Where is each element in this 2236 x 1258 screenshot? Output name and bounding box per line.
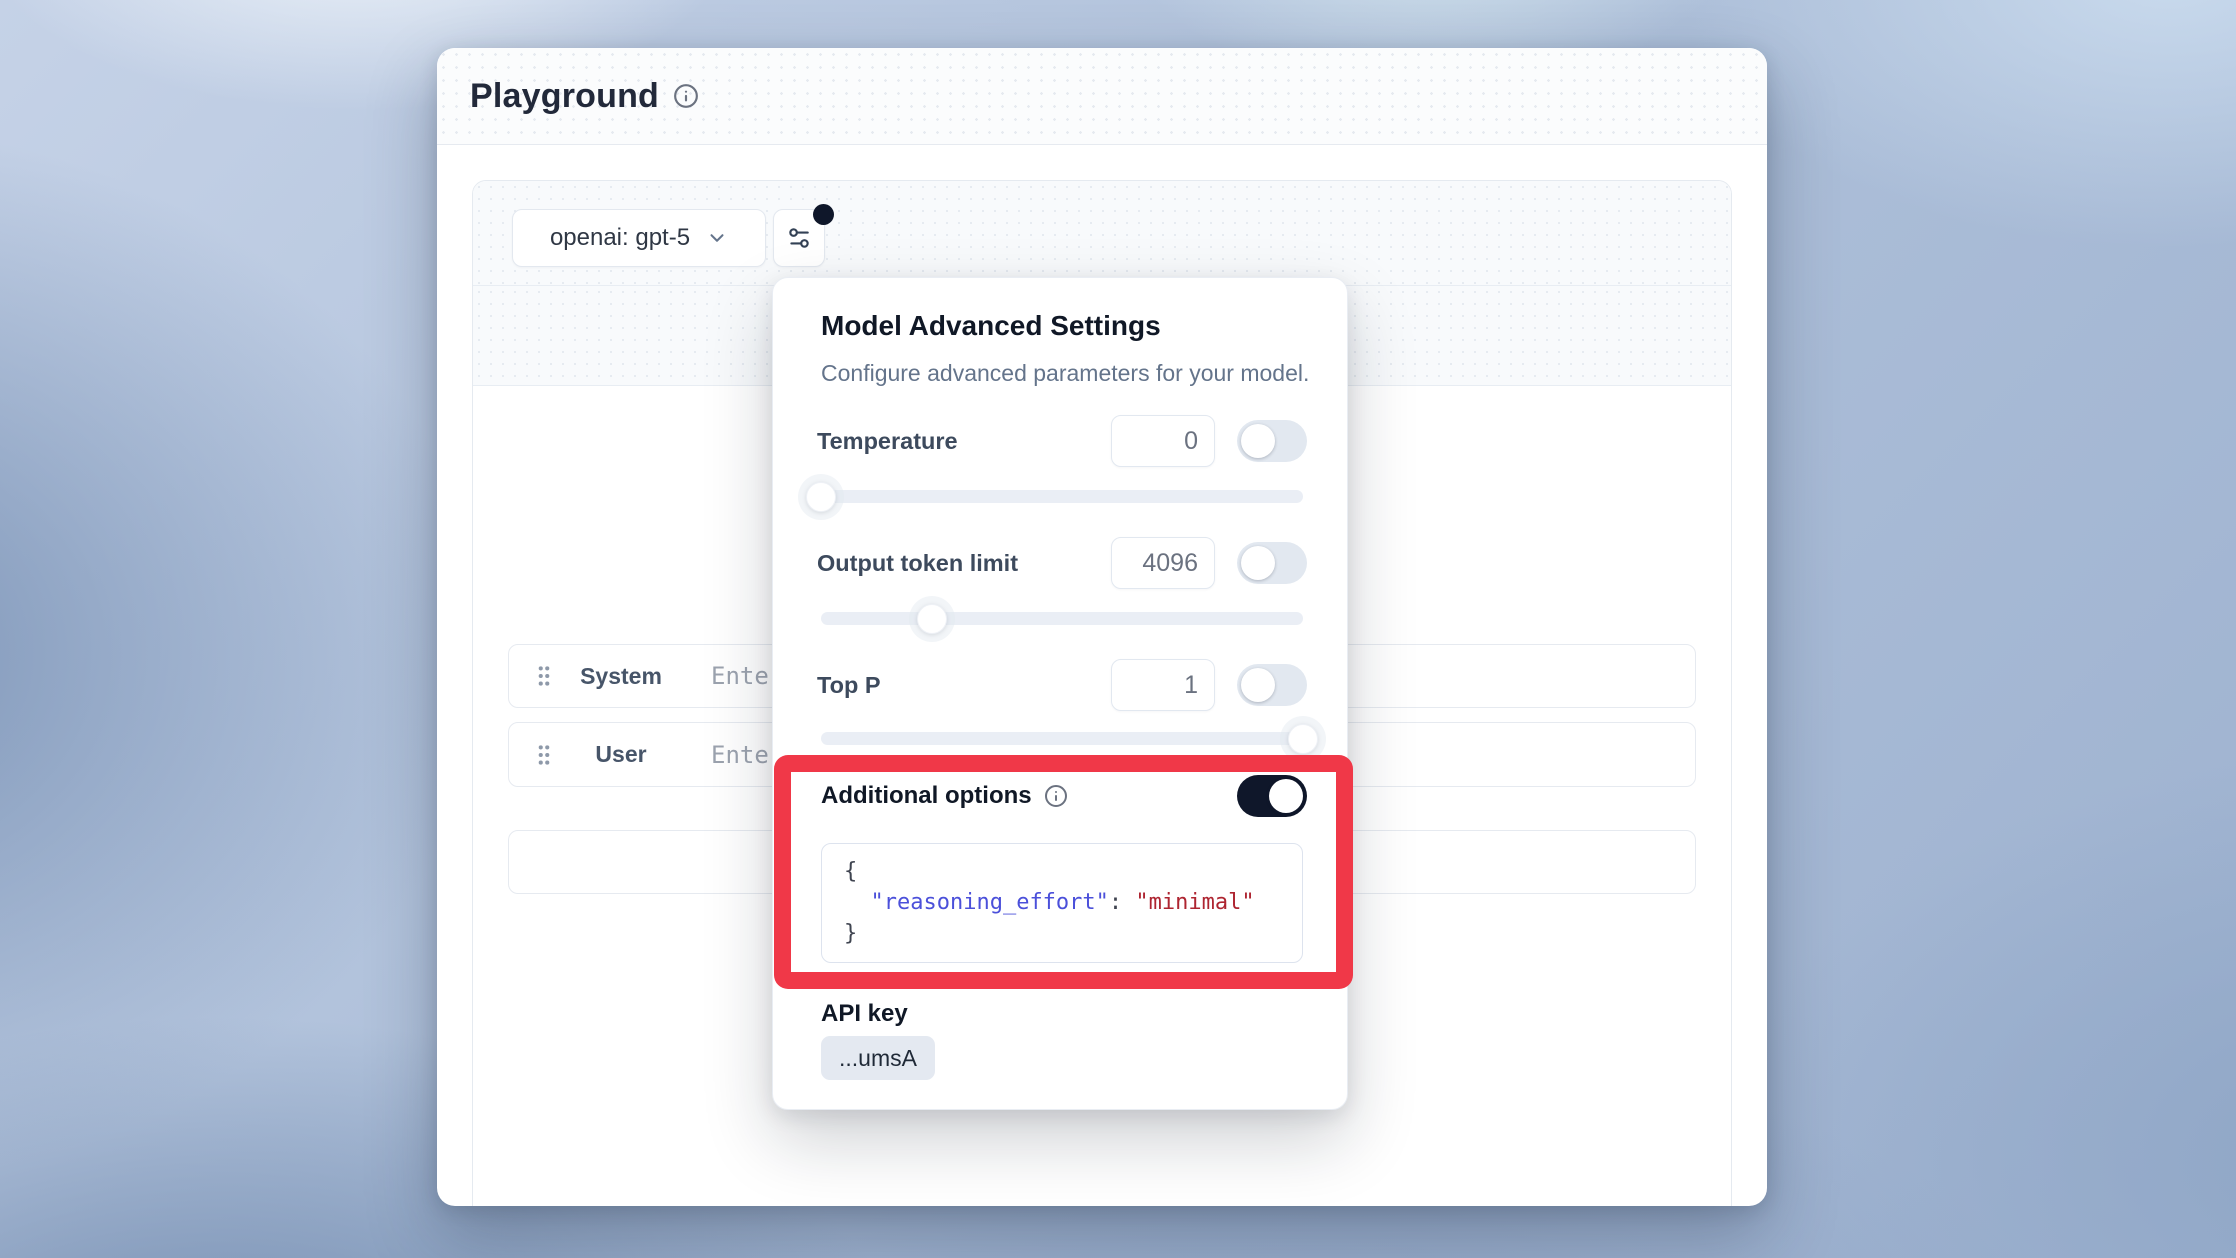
- json-space: [1122, 890, 1135, 915]
- json-open-brace: {: [844, 859, 857, 884]
- toggle-knob: [1269, 779, 1303, 813]
- output-token-limit-input[interactable]: [1111, 537, 1215, 589]
- grip-vertical-icon[interactable]: [533, 742, 555, 768]
- chevron-down-icon: [706, 227, 728, 249]
- json-colon: :: [1109, 890, 1122, 915]
- slider-thumb[interactable]: [917, 604, 947, 634]
- toggle-knob: [1241, 546, 1275, 580]
- param-toggle-0[interactable]: [1237, 420, 1307, 462]
- output-token-limit-label: Output token limit: [817, 550, 1111, 577]
- slider-thumb[interactable]: [1288, 724, 1318, 754]
- page-header: Playground: [437, 48, 1767, 145]
- toggle-knob: [1241, 668, 1275, 702]
- temperature-row: Temperature: [817, 414, 1307, 468]
- model-selector[interactable]: openai: gpt-5: [512, 209, 766, 267]
- slider-track: [821, 490, 1303, 503]
- slider-track: [821, 612, 1303, 625]
- model-toolbar: openai: gpt-5: [473, 181, 1731, 286]
- param-toggle-2[interactable]: [1237, 664, 1307, 706]
- json-value: "minimal": [1135, 890, 1254, 915]
- additional-options-row: Additional options: [821, 772, 1307, 820]
- message-role-label: System: [555, 663, 687, 690]
- slider-track: [821, 732, 1303, 745]
- json-indent: [844, 890, 871, 915]
- temperature-input[interactable]: [1111, 415, 1215, 467]
- toggle-knob: [1241, 424, 1275, 458]
- top-p-input[interactable]: [1111, 659, 1215, 711]
- top-p-row: Top P: [817, 658, 1307, 712]
- additional-options-json-editor[interactable]: { "reasoning_effort": "minimal" }: [821, 843, 1303, 963]
- output-token-limit-row: Output token limit: [817, 536, 1307, 590]
- json-key: "reasoning_effort": [871, 890, 1109, 915]
- slider-thumb[interactable]: [806, 482, 836, 512]
- info-icon[interactable]: [673, 83, 699, 109]
- settings-notification-dot: [813, 204, 834, 225]
- page-title: Playground: [470, 77, 659, 116]
- json-close-brace: }: [844, 921, 857, 946]
- additional-options-toggle[interactable]: [1237, 775, 1307, 817]
- popover-subtitle: Configure advanced parameters for your m…: [821, 360, 1309, 387]
- temperature-label: Temperature: [817, 428, 1111, 455]
- api-key-label: API key: [821, 1000, 908, 1028]
- top-p-label: Top P: [817, 672, 1111, 699]
- additional-options-label: Additional options: [821, 782, 1032, 810]
- param-slider-0[interactable]: [821, 482, 1303, 512]
- popover-title: Model Advanced Settings: [821, 310, 1161, 342]
- grip-vertical-icon[interactable]: [533, 663, 555, 689]
- param-slider-2[interactable]: [821, 724, 1303, 754]
- model-advanced-settings-popover: Model Advanced Settings Configure advanc…: [772, 277, 1348, 1110]
- sliders-settings-icon: [786, 225, 812, 251]
- model-selector-value: openai: gpt-5: [550, 224, 690, 252]
- param-slider-1[interactable]: [821, 604, 1303, 634]
- message-role-label: User: [555, 741, 687, 768]
- param-toggle-1[interactable]: [1237, 542, 1307, 584]
- desktop-background: Playground openai: gpt-5: [0, 0, 2236, 1258]
- api-key-badge[interactable]: ...umsA: [821, 1036, 935, 1080]
- info-icon[interactable]: [1044, 784, 1068, 808]
